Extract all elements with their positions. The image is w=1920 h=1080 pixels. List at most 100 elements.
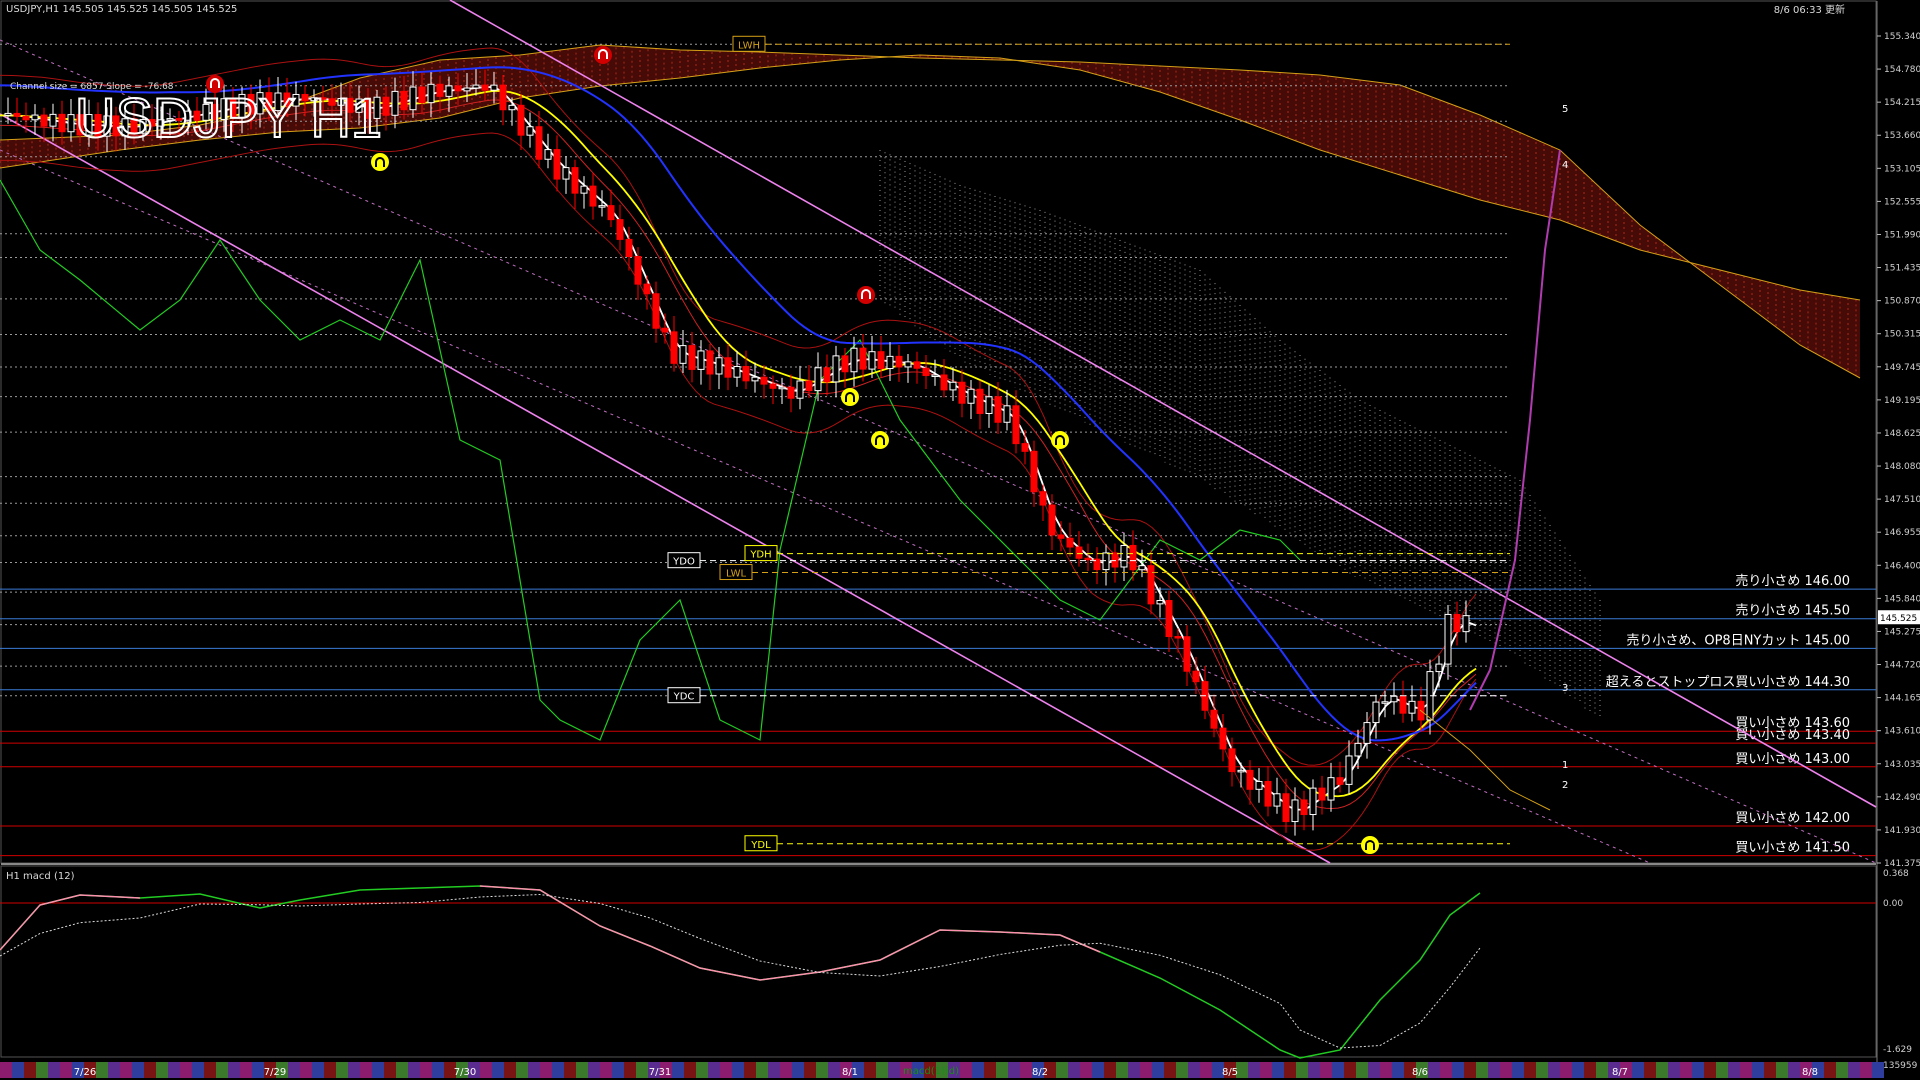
- up-fractal-icon: [841, 388, 859, 406]
- date-bar-segment: [1668, 1062, 1680, 1078]
- macd-pane-frame: [0, 865, 1877, 1058]
- bull-candle: [31, 114, 39, 121]
- date-bar-segment: [432, 1062, 444, 1078]
- bear-candle: [940, 374, 948, 391]
- bear-candle: [724, 357, 732, 378]
- bull-candle: [715, 357, 723, 375]
- date-bar-segment: [1248, 1062, 1260, 1078]
- bull-candle: [580, 185, 588, 194]
- date-bar-segment: [204, 1062, 216, 1078]
- date-bar-segment: [996, 1062, 1008, 1078]
- level-label: 買い小さめ 143.40: [1735, 728, 1850, 743]
- bull-candle: [1291, 799, 1299, 823]
- bear-candle: [58, 113, 66, 133]
- date-bar-segment: [1728, 1062, 1740, 1078]
- bear-candle: [1030, 450, 1038, 493]
- bull-candle: [4, 112, 12, 116]
- date-bar-segment: [1332, 1062, 1344, 1078]
- ref-tag-label: YDO: [672, 557, 695, 568]
- price-tick-label: 154.215: [1884, 98, 1920, 108]
- bear-candle: [571, 167, 579, 194]
- bull-candle: [1435, 663, 1443, 673]
- bear-candle: [688, 345, 696, 370]
- ref-tag-label: YDL: [750, 840, 771, 851]
- up-fractal-icon: [1051, 431, 1069, 449]
- date-bar-segment: [1368, 1062, 1380, 1078]
- bull-candle: [778, 386, 786, 390]
- down-fractal-icon: [594, 46, 612, 64]
- date-bar-segment: [12, 1062, 24, 1078]
- date-bar-segment: [1488, 1062, 1500, 1078]
- date-label: 7/29: [264, 1067, 286, 1078]
- date-bar-segment: [180, 1062, 192, 1078]
- date-bar-segment: [1476, 1062, 1488, 1078]
- date-bar-segment: [1392, 1062, 1404, 1078]
- bear-candle: [1228, 748, 1236, 773]
- channel-lower-line: [0, 113, 1331, 864]
- bull-candle: [949, 381, 957, 391]
- bear-candle: [1318, 787, 1326, 801]
- date-bar-segment: [60, 1062, 72, 1078]
- date-bar-segment: [684, 1062, 696, 1078]
- bear-candle: [1282, 793, 1290, 823]
- bull-candle: [679, 345, 687, 364]
- price-tick-label: 153.660: [1884, 131, 1920, 141]
- bull-candle: [886, 355, 894, 370]
- date-bar-segment: [108, 1062, 120, 1078]
- wave-minor-line: [1419, 709, 1551, 811]
- date-bar-segment: [1356, 1062, 1368, 1078]
- price-tick-label: 146.955: [1884, 528, 1920, 538]
- date-bar-segment: [1116, 1062, 1128, 1078]
- bull-candle: [931, 374, 939, 377]
- date-bar-segment: [120, 1062, 132, 1078]
- date-bar-segment: [612, 1062, 624, 1078]
- bear-candle: [823, 367, 831, 383]
- date-bar-segment: [588, 1062, 600, 1078]
- date-bar-segment: [1848, 1062, 1860, 1078]
- date-bar-segment: [360, 1062, 372, 1078]
- symbol-header: USDJPY,H1 145.505 145.525 145.505 145.52…: [6, 4, 237, 15]
- bear-candle: [805, 380, 813, 392]
- date-bar-segment: [828, 1062, 840, 1078]
- date-bar-segment: [324, 1062, 336, 1078]
- price-axis-labels: 155.340 154.780 154.215 153.660 153.105 152.5…: [1877, 32, 1920, 869]
- wave-label: 4: [1562, 160, 1568, 171]
- bear-candle: [958, 381, 966, 404]
- date-bar-segment: [1020, 1062, 1032, 1078]
- bear-candle: [895, 355, 903, 368]
- up-fractal-icon: [871, 431, 889, 449]
- price-tick-label: 147.510: [1884, 495, 1920, 505]
- date-bar-segment: [1452, 1062, 1464, 1078]
- date-bar-segment: [48, 1062, 60, 1078]
- bear-candle: [1453, 613, 1461, 633]
- bear-candle: [1048, 504, 1056, 536]
- bear-candle: [553, 149, 561, 180]
- date-bar-segment: [480, 1062, 492, 1078]
- date-bar-segment: [1200, 1062, 1212, 1078]
- date-bar-segment: [1776, 1062, 1788, 1078]
- bull-candle: [697, 350, 705, 370]
- date-bar-segment: [516, 1062, 528, 1078]
- bear-candle: [22, 115, 30, 121]
- upper-band: [0, 47, 1477, 766]
- macd-falling-segment: [479, 885, 1101, 981]
- channel-upper-line: [449, 0, 1877, 808]
- date-bar-segment: [1176, 1062, 1188, 1078]
- bear-candle: [760, 376, 768, 385]
- date-bar-segment: [1296, 1062, 1308, 1078]
- bear-candle: [1399, 695, 1407, 714]
- bull-candle: [733, 365, 741, 378]
- macd-main-line: [0, 885, 1481, 1059]
- date-bar-segment: [1704, 1062, 1716, 1078]
- bear-candle: [1012, 405, 1020, 445]
- date-bar-segment: [1428, 1062, 1440, 1078]
- bear-candle: [1165, 600, 1173, 638]
- level-label: 超えるとストップロス買い小さめ 144.30: [1606, 675, 1850, 690]
- price-tick-label: 153.105: [1884, 164, 1920, 174]
- date-bar-segment: [1464, 1062, 1476, 1078]
- date-bar-segment: [576, 1062, 588, 1078]
- price-tick-label: 145.275: [1884, 627, 1920, 637]
- bull-candle: [67, 114, 75, 133]
- bear-candle: [382, 96, 390, 116]
- date-bar-segment: [972, 1062, 984, 1078]
